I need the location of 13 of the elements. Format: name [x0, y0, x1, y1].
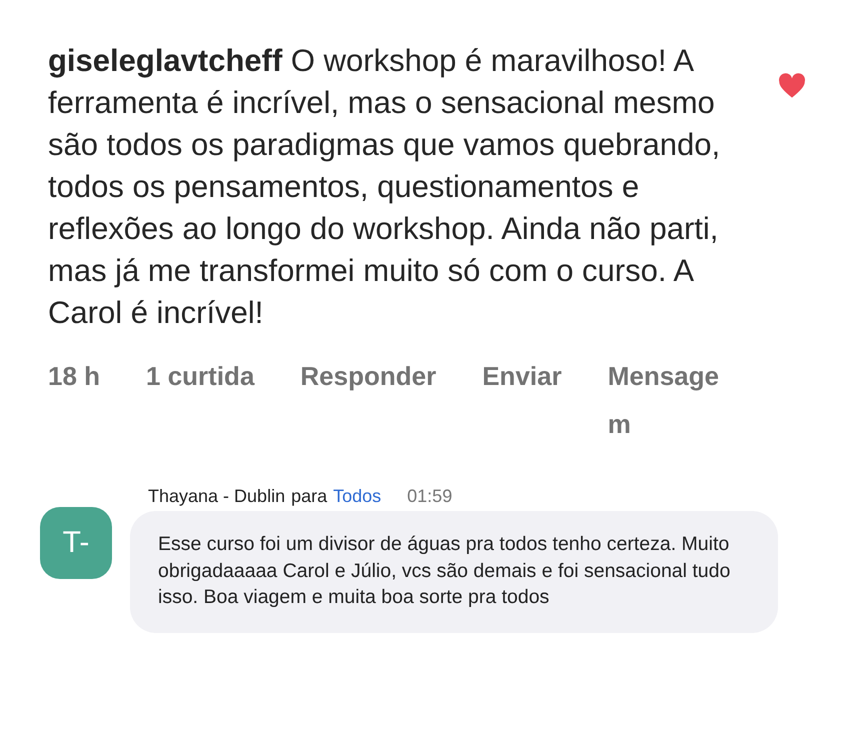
comment-time: 18 h — [48, 360, 100, 393]
action-link[interactable]: Mensagem — [608, 352, 720, 448]
action-link[interactable]: Enviar — [482, 352, 562, 400]
message-text: Esse curso foi um divisor de águas pra todos tenho certeza. Muito obrigadaaaaa Carol e Júlio, vcs são demais e foi sensacional tudo isso. Boa viagem e muita boa sorte pra todos — [158, 533, 730, 608]
sender-name: Thayana - Dublin — [148, 486, 286, 507]
message-time: 01:59 — [407, 486, 452, 507]
heart-icon[interactable] — [778, 73, 806, 99]
avatar: T- — [40, 507, 112, 579]
like-count[interactable]: 1 curtida — [146, 352, 254, 400]
comment-text: giseleglavtcheff O workshop é maravilhoso! A ferramenta é incrível, mas o sensacional mesmo são todos os paradigmas que vamos quebrando, todos os pensamentos, questionamentos e reflexões ao longo do workshop. Ainda não parti, mas já me transformei muito só com o curso. A Carol é incrível! — [48, 42, 722, 332]
action-link[interactable]: Responder — [300, 352, 436, 400]
recipient-link[interactable]: Todos — [333, 486, 382, 507]
to-word: para — [291, 486, 328, 507]
